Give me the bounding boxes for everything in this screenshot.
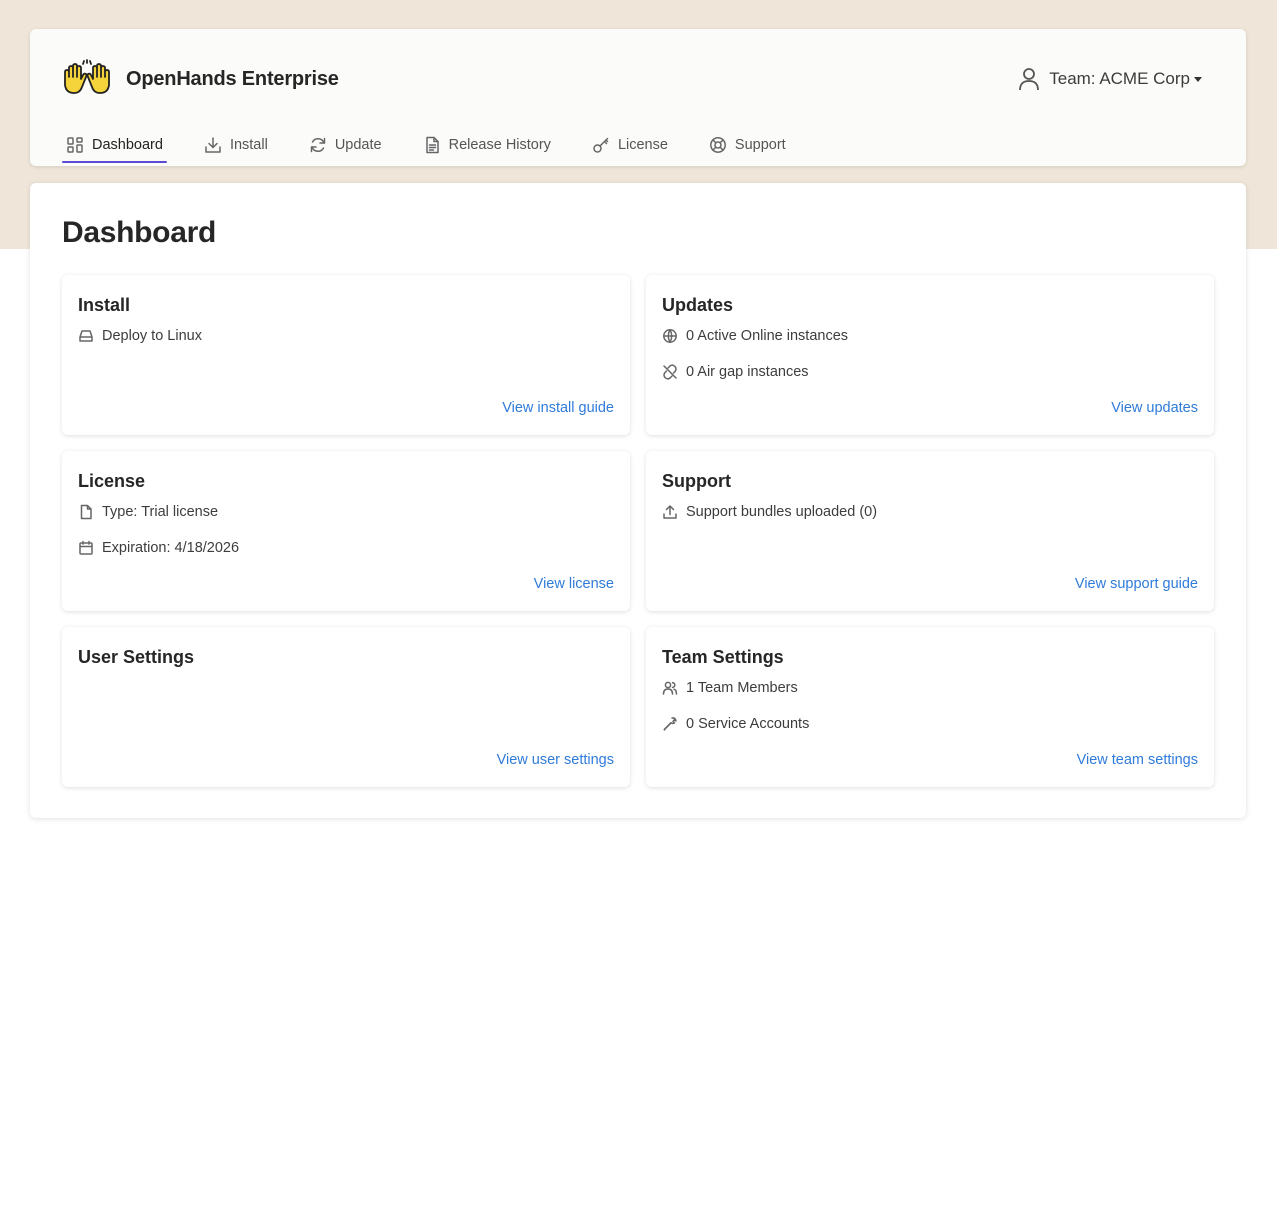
card-row: 1 Team Members: [662, 680, 798, 696]
card-row-text: Support bundles uploaded (0): [686, 504, 878, 520]
card-row: Expiration: 4/18/2026: [78, 540, 239, 556]
card-row-text: Expiration: 4/18/2026: [102, 540, 240, 556]
nav-tab-release-history[interactable]: Release History: [419, 127, 555, 163]
globe-icon: [663, 329, 677, 343]
main-panel: Dashboard Install Deploy to Linux View i…: [30, 183, 1246, 818]
card-row: 0 Active Online instances: [662, 328, 848, 344]
lifebuoy-icon: [709, 137, 726, 153]
card-row-text: 0 Air gap instances: [686, 364, 809, 380]
team-label: Team: ACME Corp: [1049, 69, 1190, 88]
calendar-icon: [79, 540, 93, 555]
card-row-text: 1 Team Members: [686, 680, 798, 696]
nav-label: Update: [334, 137, 382, 153]
card-row: Support bundles uploaded (0): [662, 504, 877, 520]
card-row: Deploy to Linux: [78, 328, 202, 344]
key-icon: [593, 137, 609, 153]
nav-tab-dashboard[interactable]: Dashboard: [62, 127, 167, 163]
grid-icon: [67, 137, 83, 153]
view-install-guide-link[interactable]: View install guide: [502, 400, 614, 416]
team-settings-card: Team Settings 1 Team Members 0 Service A…: [646, 627, 1214, 787]
users-icon: [662, 681, 678, 695]
user-settings-card: User Settings View user settings: [62, 627, 630, 787]
refresh-icon: [310, 137, 326, 153]
card-title: Install: [78, 295, 131, 315]
card-row: 0 Air gap instances: [662, 364, 809, 380]
card-row-text: Type: Trial license: [102, 504, 219, 520]
nav-tab-install[interactable]: Install: [200, 127, 272, 163]
card-title: User Settings: [78, 647, 195, 667]
card-title: License: [78, 471, 146, 491]
hard-drive-icon: [79, 330, 93, 342]
support-card: Support Support bundles uploaded (0) Vie…: [646, 451, 1214, 611]
card-row: Type: Trial license: [78, 504, 218, 520]
top-header: OpenHands Enterprise Team: ACME Corp Das…: [30, 29, 1246, 166]
card-title: Updates: [662, 295, 734, 315]
chevron-down-icon: [1194, 77, 1202, 82]
raised-hands-logo-icon: [64, 59, 110, 94]
nav-label: Release History: [448, 137, 551, 153]
card-row-text: Deploy to Linux: [102, 328, 202, 344]
nav-tab-support[interactable]: Support: [705, 127, 790, 163]
file-icon: [80, 504, 92, 520]
license-card: License Type: Trial license Expiration: …: [62, 451, 630, 611]
card-row: 0 Service Accounts: [662, 716, 809, 732]
card-row-text: 0 Service Accounts: [686, 716, 810, 732]
view-license-link[interactable]: View license: [534, 576, 614, 592]
card-title: Support: [662, 471, 731, 491]
team-selector[interactable]: Team: ACME Corp: [1018, 67, 1202, 91]
download-icon: [205, 137, 221, 153]
upload-icon: [663, 505, 677, 519]
nav-tab-license[interactable]: License: [588, 127, 672, 163]
install-card: Install Deploy to Linux View install gui…: [62, 275, 630, 435]
view-team-settings-link[interactable]: View team settings: [1077, 752, 1198, 768]
card-row-text: 0 Active Online instances: [686, 328, 849, 344]
app-name: OpenHands Enterprise: [126, 67, 339, 90]
document-icon: [425, 136, 439, 154]
main-nav: Dashboard Install Update Release History: [62, 127, 823, 166]
nav-label: License: [617, 137, 668, 153]
nav-label: Dashboard: [92, 137, 163, 153]
wrench-icon: [663, 717, 677, 731]
updates-card: Updates 0 Active Online instances 0 Air …: [646, 275, 1214, 435]
view-support-guide-link[interactable]: View support guide: [1075, 576, 1198, 592]
card-title: Team Settings: [662, 647, 784, 667]
page-title: Dashboard: [62, 216, 216, 249]
view-user-settings-link[interactable]: View user settings: [497, 752, 614, 768]
unlink-icon: [663, 364, 677, 380]
nav-tab-update[interactable]: Update: [305, 127, 386, 163]
nav-label: Install: [229, 137, 268, 153]
user-icon: [1019, 68, 1040, 91]
nav-label: Support: [734, 137, 786, 153]
view-updates-link[interactable]: View updates: [1111, 400, 1198, 416]
brand[interactable]: OpenHands Enterprise: [61, 59, 339, 99]
